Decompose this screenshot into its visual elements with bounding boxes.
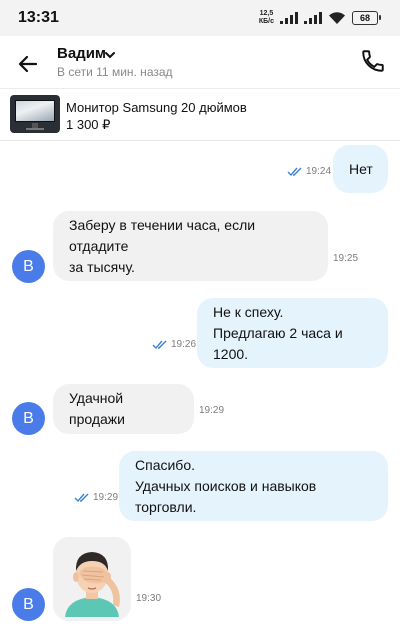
- message-bubble-outgoing[interactable]: Не к спеху. Предлагаю 2 часа и 1200.: [197, 298, 388, 368]
- facepalm-emoji-icon: [65, 552, 120, 617]
- status-time: 13:31: [18, 9, 59, 26]
- message-bubble-outgoing[interactable]: Нет: [333, 145, 388, 193]
- status-icons: 12,5 КБ/с 68: [258, 10, 381, 26]
- sticker-message[interactable]: [53, 537, 131, 621]
- avatar[interactable]: В: [12, 588, 45, 621]
- message-time: 19:30: [136, 593, 162, 604]
- double-check-icon: [287, 167, 302, 176]
- avatar[interactable]: В: [12, 402, 45, 435]
- last-seen-status: В сети 11 мин. назад: [57, 65, 173, 79]
- message-meta: 19:30: [136, 593, 161, 604]
- listing-title: Монитор Samsung 20 дюймов: [66, 100, 247, 115]
- message-text: за тысячу.: [69, 258, 135, 275]
- listing-price: 1 300 ₽: [66, 117, 111, 132]
- chevron-down-icon[interactable]: [104, 49, 116, 61]
- listing-card[interactable]: Монитор Samsung 20 дюймов 1 300 ₽: [0, 88, 400, 141]
- message-list[interactable]: Нет 19:24 В Заберу в течении часа, если …: [0, 141, 400, 629]
- message-text: Заберу в течении часа, если отдадите: [69, 216, 256, 254]
- chat-header: Вадим В сети 11 мин. назад: [0, 36, 400, 88]
- battery-indicator: 68: [352, 11, 381, 25]
- message-time: 19:25: [333, 253, 359, 264]
- message-text: Удачной продажи: [69, 390, 125, 427]
- message-time: 19:24: [306, 166, 332, 177]
- message-time: 19:29: [93, 492, 119, 503]
- double-check-icon: [74, 493, 89, 502]
- message-time: 19:29: [199, 405, 225, 416]
- message-bubble-incoming[interactable]: Заберу в течении часа, если отдадите за …: [53, 211, 328, 281]
- message-text: Удачных поисков и навыков торговли.: [135, 477, 317, 515]
- status-bar: 13:31 12,5 КБ/с 68: [0, 0, 400, 36]
- signal-icon: [280, 12, 298, 24]
- message-meta: 19:29: [74, 492, 118, 503]
- phone-icon[interactable]: [360, 48, 386, 74]
- message-text: Не к спеху.: [213, 303, 284, 320]
- avatar[interactable]: В: [12, 250, 45, 283]
- message-meta: 19:25: [333, 253, 358, 264]
- message-text: Нет: [349, 160, 373, 177]
- listing-thumbnail: [10, 95, 60, 133]
- message-bubble-outgoing[interactable]: Спасибо. Удачных поисков и навыков торго…: [119, 451, 388, 521]
- signal-icon-2: [304, 12, 322, 24]
- message-time: 19:26: [171, 339, 197, 350]
- message-bubble-incoming[interactable]: Удачной продажи: [53, 384, 194, 434]
- wifi-icon: [329, 11, 345, 24]
- message-text: Предлагаю 2 часа и 1200.: [213, 324, 343, 362]
- contact-name[interactable]: Вадим: [57, 45, 106, 62]
- message-text: Спасибо.: [135, 456, 195, 473]
- message-meta: 19:24: [287, 166, 331, 177]
- message-meta: 19:29: [199, 405, 224, 416]
- network-speed: 12,5 КБ/с: [258, 10, 274, 25]
- message-meta: 19:26: [152, 339, 196, 350]
- double-check-icon: [152, 340, 167, 349]
- back-arrow-icon[interactable]: [14, 50, 42, 78]
